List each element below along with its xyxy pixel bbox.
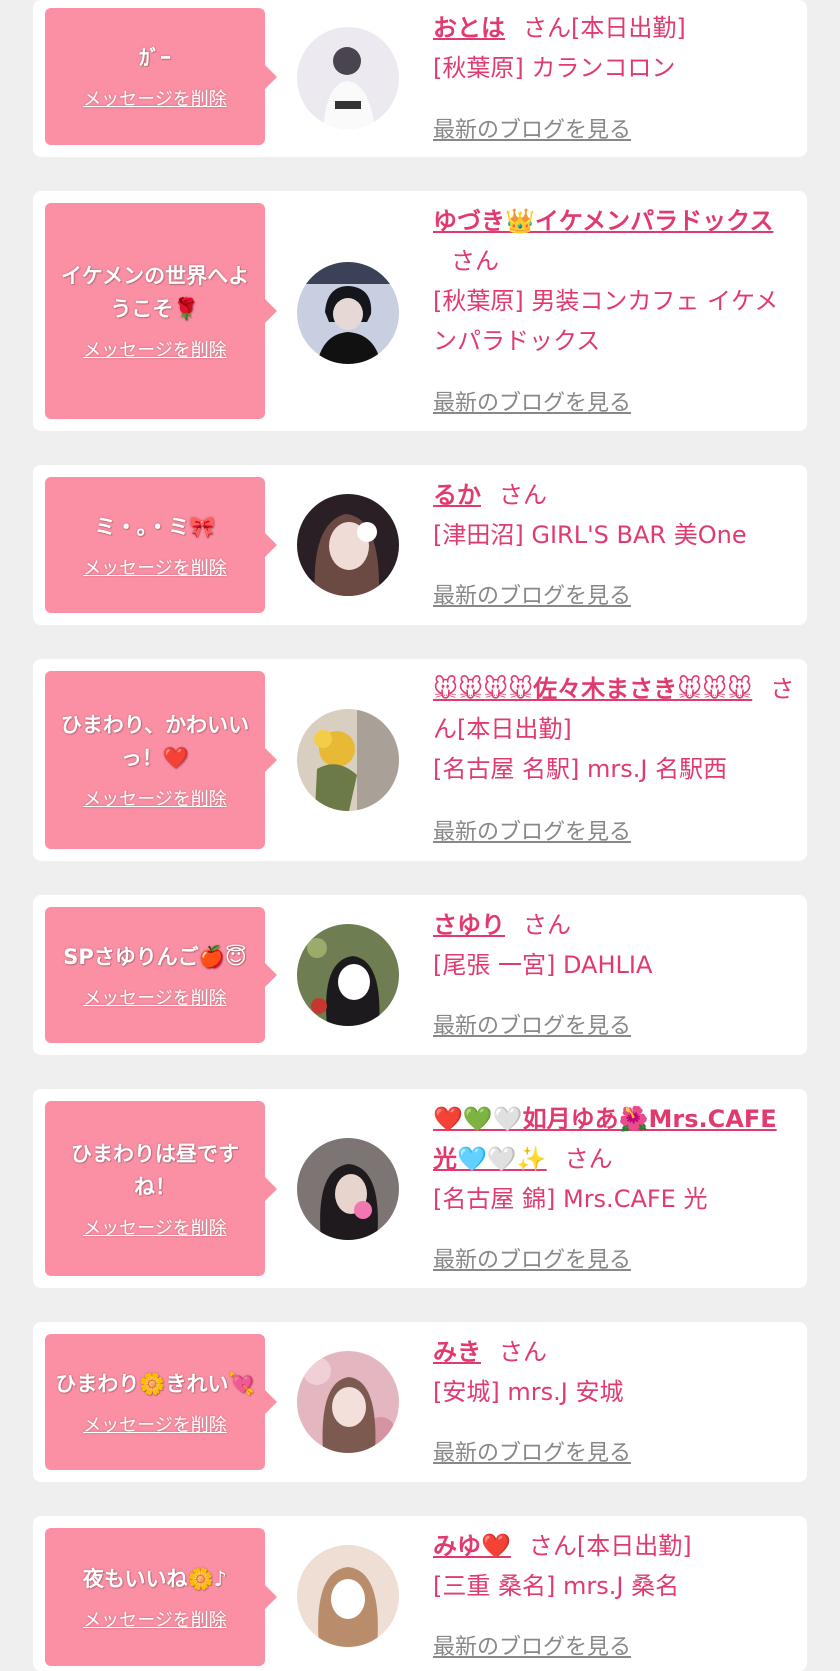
message-bubble: ひまわりは昼ですね！ メッセージを削除 (45, 1101, 277, 1276)
avatar[interactable] (297, 27, 399, 129)
view-blog-link[interactable]: 最新のブログを見る (433, 1242, 631, 1274)
message-bubble: ひまわり、かわいいっ！❤️ メッセージを削除 (45, 671, 277, 849)
list-item: ｶﾞｰ メッセージを削除 おとは さん[本日出勤] [秋葉原] カランコロン 最新… (33, 0, 807, 157)
cast-info: みゆ❤️ さん[本日出勤] [三重 桑名] mrs.J 桑名 (433, 1526, 797, 1606)
avatar-image (297, 1545, 399, 1647)
message-text: ひまわり、かわいいっ！❤️ (60, 713, 250, 770)
cast-info: おとは さん[本日出勤] [秋葉原] カランコロン (433, 8, 797, 88)
cast-name-link[interactable]: おとは (433, 14, 505, 42)
message-text: ひまわり🌼きれい💘 (55, 1371, 255, 1396)
view-blog-link[interactable]: 最新のブログを見る (433, 1435, 631, 1467)
shop-location: [三重 桑名] mrs.J 桑名 (433, 1572, 680, 1600)
avatar-image (297, 1351, 399, 1453)
honorific: さん (499, 481, 547, 509)
message-bubble: ひまわり🌼きれい💘 メッセージを削除 (45, 1334, 277, 1470)
avatar[interactable] (297, 1351, 399, 1453)
avatar-image (297, 709, 399, 811)
cast-name-link[interactable]: さゆり (433, 911, 505, 939)
list-item: イケメンの世界へようこそ🌹 メッセージを削除 ゆづき👑イケメンパラドックスさん … (33, 191, 807, 431)
list-item: ミ・。・ミ🎀 メッセージを削除 るか さん [津田沼] GIRL'S BAR 美O… (33, 465, 807, 625)
avatar[interactable] (297, 494, 399, 596)
cast-info: ゆづき👑イケメンパラドックスさん [秋葉原] 男装コンカフェ イケメンパラドック… (433, 201, 797, 361)
cast-name-link[interactable]: るか (433, 481, 481, 509)
shop-location: [名古屋 錦] Mrs.CAFE 光 (433, 1185, 708, 1213)
cast-name-link[interactable]: 🐭🐭🐭🐭佐々木まさき🐭🐭🐭 (433, 675, 752, 703)
delete-message-link[interactable]: メッセージを削除 (83, 554, 227, 580)
honorific: さん[本日出勤] (528, 1532, 692, 1560)
honorific: さん (451, 247, 499, 275)
cast-info: ❤️💚🤍如月ゆあ🌺Mrs.CAFE光🩵🤍✨ さん [名古屋 錦] Mrs.CAFE… (433, 1099, 797, 1219)
message-bubble: ｶﾞｰ メッセージを削除 (45, 8, 277, 145)
view-blog-link[interactable]: 最新のブログを見る (433, 1629, 631, 1661)
list-item: ひまわりは昼ですね！ メッセージを削除 ❤️💚🤍如月ゆあ🌺Mrs.CAFE光🩵🤍… (33, 1089, 807, 1288)
view-blog-link[interactable]: 最新のブログを見る (433, 1008, 631, 1040)
avatar-image (297, 27, 399, 129)
avatar-image (297, 1138, 399, 1240)
view-blog-link[interactable]: 最新のブログを見る (433, 814, 631, 846)
cast-name-link[interactable]: ゆづき👑イケメンパラドックス (433, 207, 773, 235)
cast-name-link[interactable]: みゆ❤️ (433, 1532, 511, 1560)
list-item: ひまわり🌼きれい💘 メッセージを削除 みき さん [安城] mrs.J 安城 最新… (33, 1322, 807, 1482)
avatar[interactable] (297, 924, 399, 1026)
message-bubble: SPさゆりんご🍎😇 メッセージを削除 (45, 907, 277, 1043)
message-list: ｶﾞｰ メッセージを削除 おとは さん[本日出勤] [秋葉原] カランコロン 最新… (0, 0, 840, 1671)
message-text: イケメンの世界へようこそ🌹 (60, 264, 250, 321)
avatar[interactable] (297, 1138, 399, 1240)
honorific: さん (523, 911, 571, 939)
avatar[interactable] (297, 1545, 399, 1647)
message-bubble: 夜もいいね🌼♪ メッセージを削除 (45, 1528, 277, 1666)
avatar-image (297, 924, 399, 1026)
delete-message-link[interactable]: メッセージを削除 (83, 984, 227, 1010)
message-text: ｶﾞｰ (139, 46, 171, 70)
message-text: ミ・。・ミ🎀 (94, 514, 216, 539)
shop-location: [秋葉原] 男装コンカフェ イケメンパラドックス (433, 287, 779, 355)
delete-message-link[interactable]: メッセージを削除 (83, 1411, 227, 1437)
message-text: SPさゆりんご🍎😇 (63, 944, 247, 969)
cast-info: るか さん [津田沼] GIRL'S BAR 美One (433, 475, 797, 555)
shop-location: [秋葉原] カランコロン (433, 54, 676, 82)
message-bubble: ミ・。・ミ🎀 メッセージを削除 (45, 477, 277, 613)
view-blog-link[interactable]: 最新のブログを見る (433, 578, 631, 610)
shop-location: [津田沼] GIRL'S BAR 美One (433, 521, 747, 549)
avatar[interactable] (297, 262, 399, 364)
shop-location: [安城] mrs.J 安城 (433, 1378, 624, 1406)
message-text: 夜もいいね🌼♪ (82, 1566, 228, 1591)
list-item: SPさゆりんご🍎😇 メッセージを削除 さゆり さん [尾張 一宮] DAHLIA … (33, 895, 807, 1055)
cast-name-link[interactable]: みき (433, 1338, 481, 1366)
delete-message-link[interactable]: メッセージを削除 (83, 1214, 227, 1240)
delete-message-link[interactable]: メッセージを削除 (83, 85, 227, 111)
cast-info: みき さん [安城] mrs.J 安城 (433, 1332, 797, 1412)
shop-location: [名古屋 名駅] mrs.J 名駅西 (433, 755, 728, 783)
delete-message-link[interactable]: メッセージを削除 (83, 336, 227, 362)
cast-info: さゆり さん [尾張 一宮] DAHLIA (433, 905, 797, 985)
shop-location: [尾張 一宮] DAHLIA (433, 951, 653, 979)
delete-message-link[interactable]: メッセージを削除 (83, 1606, 227, 1632)
delete-message-link[interactable]: メッセージを削除 (83, 785, 227, 811)
avatar[interactable] (297, 709, 399, 811)
cast-info: 🐭🐭🐭🐭佐々木まさき🐭🐭🐭 さん[本日出勤] [名古屋 名駅] mrs.J 名駅西 (433, 669, 797, 789)
honorific: さん (564, 1145, 613, 1173)
honorific: さん (499, 1338, 547, 1366)
message-text: ひまわりは昼ですね！ (71, 1141, 239, 1199)
message-bubble: イケメンの世界へようこそ🌹 メッセージを削除 (45, 203, 277, 419)
list-item: 夜もいいね🌼♪ メッセージを削除 みゆ❤️ さん[本日出勤] [三重 桑名] mr… (33, 1516, 807, 1671)
avatar-image (297, 494, 399, 596)
view-blog-link[interactable]: 最新のブログを見る (433, 385, 631, 417)
avatar-image (297, 262, 399, 364)
view-blog-link[interactable]: 最新のブログを見る (433, 112, 631, 144)
honorific: さん[本日出勤] (523, 14, 686, 42)
list-item: ひまわり、かわいいっ！❤️ メッセージを削除 🐭🐭🐭🐭佐々木まさき🐭🐭🐭 さん[本… (33, 659, 807, 861)
